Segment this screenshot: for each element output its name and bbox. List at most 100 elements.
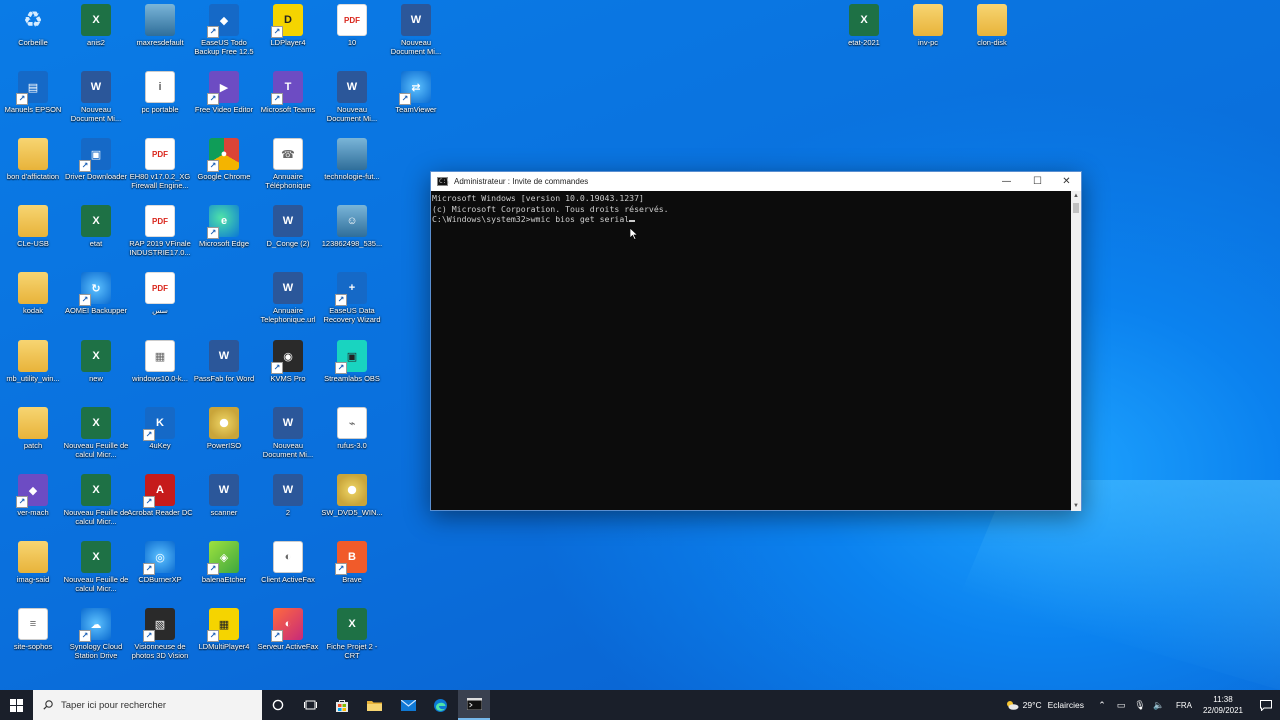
desktop-icon[interactable]: technologie-fut...	[321, 138, 383, 204]
desktop-icon[interactable]: AAcrobat Reader DC	[127, 474, 193, 540]
desktop-icon[interactable]: ☎ Annuaire Téléphonique	[257, 138, 319, 204]
cmd-titlebar[interactable]: C:\ Administrateur : Invite de commandes…	[431, 172, 1081, 191]
desktop-icon[interactable]: W Nouveau Document Mi...	[385, 4, 447, 70]
start-button[interactable]	[0, 690, 32, 720]
desktop-icon[interactable]: TMicrosoft Teams	[257, 71, 319, 137]
taskbar-mail-button[interactable]	[392, 690, 424, 720]
desktop-icon[interactable]: ≡ site-sophos	[2, 608, 64, 674]
desktop-icon[interactable]: BBrave	[321, 541, 383, 607]
desktop-icon-label: rufus-3.0	[337, 441, 367, 450]
desktop-icon[interactable]: ▦LDMultiPlayer4	[193, 608, 255, 674]
microphone-icon[interactable]: 🎙	[1132, 700, 1148, 711]
desktop-icon[interactable]: kodak	[2, 272, 64, 338]
desktop-icon[interactable]: DLDPlayer4	[257, 4, 319, 70]
desktop-icon[interactable]: ●Google Chrome	[193, 138, 255, 204]
desktop-icon[interactable]: ◉KVMS Pro	[257, 340, 319, 406]
desktop-icon[interactable]: K4uKey	[129, 407, 191, 473]
cmd-console[interactable]: Microsoft Windows [version 10.0.19043.12…	[431, 191, 1071, 511]
desktop-icon[interactable]: ☺ 123862498_535...	[321, 205, 383, 271]
desktop-icon[interactable]: ▣Streamlabs OBS	[321, 340, 383, 406]
desktop-icon[interactable]: PDF RAP 2019 VFinale INDUSTRIE17.0...	[129, 205, 191, 271]
taskbar-store-button[interactable]	[326, 690, 358, 720]
desktop-icon[interactable]: ▣Driver Downloader	[65, 138, 127, 204]
desktop-icon[interactable]: ◈balenaEtcher	[193, 541, 255, 607]
network-icon[interactable]: ▭	[1113, 700, 1129, 711]
desktop-icon[interactable]: PDF EH80 v17.0.2_XG Firewall Engine...	[129, 138, 191, 204]
cortana-button[interactable]	[262, 690, 294, 720]
desktop-icon[interactable]: eMicrosoft Edge	[193, 205, 255, 271]
pdf-file-icon: PDF	[337, 4, 367, 36]
desktop-icon[interactable]: ↻AOMEI Backupper	[65, 272, 127, 338]
desktop-icon[interactable]: PowerISO	[193, 407, 255, 473]
desktop-icon[interactable]: inv-pc	[897, 4, 959, 70]
command-prompt-window[interactable]: C:\ Administrateur : Invite de commandes…	[430, 171, 1082, 511]
desktop-icon[interactable]: SW_DVD5_WIN...	[321, 474, 383, 540]
weather-temperature[interactable]: 29°C	[1023, 700, 1042, 710]
desktop-icon[interactable]: maxresdefault	[129, 4, 191, 70]
desktop-icon[interactable]: PDF 10	[321, 4, 383, 70]
desktop-icon[interactable]: +EaseUS Data Recovery Wizard	[321, 272, 383, 338]
desktop-icon[interactable]: ⇄TeamViewer	[385, 71, 447, 137]
weather-partly-cloudy-icon[interactable]	[1005, 700, 1019, 710]
desktop-icon[interactable]: Wscanner	[193, 474, 255, 540]
desktop-icon[interactable]: ◆ver-mach	[2, 474, 64, 540]
desktop-icon[interactable]: imag-said	[2, 541, 64, 607]
desktop-icon[interactable]: patch	[2, 407, 64, 473]
desktop-icon[interactable]: ◎CDBurnerXP	[129, 541, 191, 607]
taskbar-cmd-button[interactable]	[458, 690, 490, 720]
taskbar-search-box[interactable]: Taper ici pour rechercher	[33, 690, 262, 720]
desktop-icon[interactable]: X Nouveau Feuille de calcul Micr...	[64, 407, 128, 473]
scroll-up-icon[interactable]: ▲	[1071, 191, 1081, 201]
cmd-prompt-text: C:\Windows\system32>wmic bios get serial	[432, 214, 630, 225]
desktop-icon[interactable]: W Nouveau Document Mi...	[65, 71, 127, 137]
desktop-icon[interactable]: ⌁ rufus-3.0	[321, 407, 383, 473]
cmd-scrollbar[interactable]: ▲ ▼	[1071, 191, 1081, 511]
desktop-icon[interactable]: ◐Serveur ActiveFax	[257, 608, 319, 674]
desktop-icon[interactable]: ♻ Corbeille	[2, 4, 64, 70]
desktop-icon[interactable]: W Nouveau Document Mi...	[321, 71, 383, 137]
desktop-icon[interactable]: Xanis2	[65, 4, 127, 70]
close-button[interactable]: ✕	[1051, 172, 1082, 191]
desktop-icon[interactable]: i pc portable	[129, 71, 191, 137]
desktop-icon[interactable]: ▶Free Video Editor	[193, 71, 255, 137]
desktop-icon[interactable]: W Nouveau Document Mi...	[257, 407, 319, 473]
scroll-down-icon[interactable]: ▼	[1071, 501, 1081, 511]
desktop-icon[interactable]: mb_utility_win...	[2, 340, 64, 406]
taskbar-clock[interactable]: 11:38 22/09/2021	[1200, 694, 1246, 716]
desktop-icon[interactable]: X Nouveau Feuille de calcul Micr...	[63, 474, 129, 540]
desktop-icon[interactable]: ▧Visionneuse de photos 3D Vision	[129, 608, 191, 674]
task-view-button[interactable]	[294, 690, 326, 720]
taskbar-file-explorer-button[interactable]	[358, 690, 390, 720]
desktop-icon[interactable]: X Nouveau Feuille de calcul Micr...	[64, 541, 128, 607]
desktop-icon-label: Nouveau Feuille de calcul Micr...	[63, 508, 129, 526]
desktop-icon[interactable]: W Annuaire Telephonique.url	[257, 272, 319, 338]
scroll-thumb[interactable]	[1073, 203, 1079, 213]
desktop-icon[interactable]: W D_Conge (2)	[257, 205, 319, 271]
desktop-icon[interactable]: CLe-USB	[2, 205, 64, 271]
volume-icon[interactable]: 🔈	[1151, 700, 1167, 711]
desktop-icon[interactable]: ◐ Client ActiveFax	[257, 541, 319, 607]
input-language[interactable]: FRA	[1176, 701, 1192, 710]
desktop-icon[interactable]: Xetat-2021	[833, 4, 895, 70]
desktop-icon-label: Acrobat Reader DC	[127, 508, 193, 517]
taskbar-edge-button[interactable]	[424, 690, 456, 720]
desktop-icon[interactable]: Xnew	[65, 340, 127, 406]
desktop-icon[interactable]: X Fiche Projet 2 -CRT	[321, 608, 383, 674]
desktop-icon[interactable]: ▤Manuels EPSON	[2, 71, 64, 137]
maximize-button[interactable]: ☐	[1022, 172, 1053, 191]
desktop-icon[interactable]: clon-disk	[961, 4, 1023, 70]
weather-description[interactable]: Eclaircies	[1048, 700, 1084, 710]
minimize-button[interactable]: —	[991, 172, 1022, 191]
desktop-icon[interactable]: Xetat	[65, 205, 127, 271]
desktop-icon[interactable]: ▦ windows10.0-k...	[129, 340, 191, 406]
desktop-icon[interactable]: ☁Synology Cloud Station Drive	[65, 608, 127, 674]
desktop-icon[interactable]: bon d'affictation	[2, 138, 64, 204]
desktop-icon[interactable]: W2	[257, 474, 319, 540]
desktop-icon[interactable]: ◆EaseUS Todo Backup Free 12.5	[193, 4, 255, 70]
notification-center-button[interactable]	[1252, 690, 1280, 720]
chevron-up-icon[interactable]: ⌃	[1094, 700, 1110, 711]
cmd-line-prompt[interactable]: C:\Windows\system32>wmic bios get serial	[432, 214, 1071, 225]
desktop-icon[interactable]: W PassFab for Word	[193, 340, 255, 406]
brave-file-icon: B	[335, 541, 367, 575]
desktop-icon[interactable]: PDF سس	[129, 272, 191, 338]
